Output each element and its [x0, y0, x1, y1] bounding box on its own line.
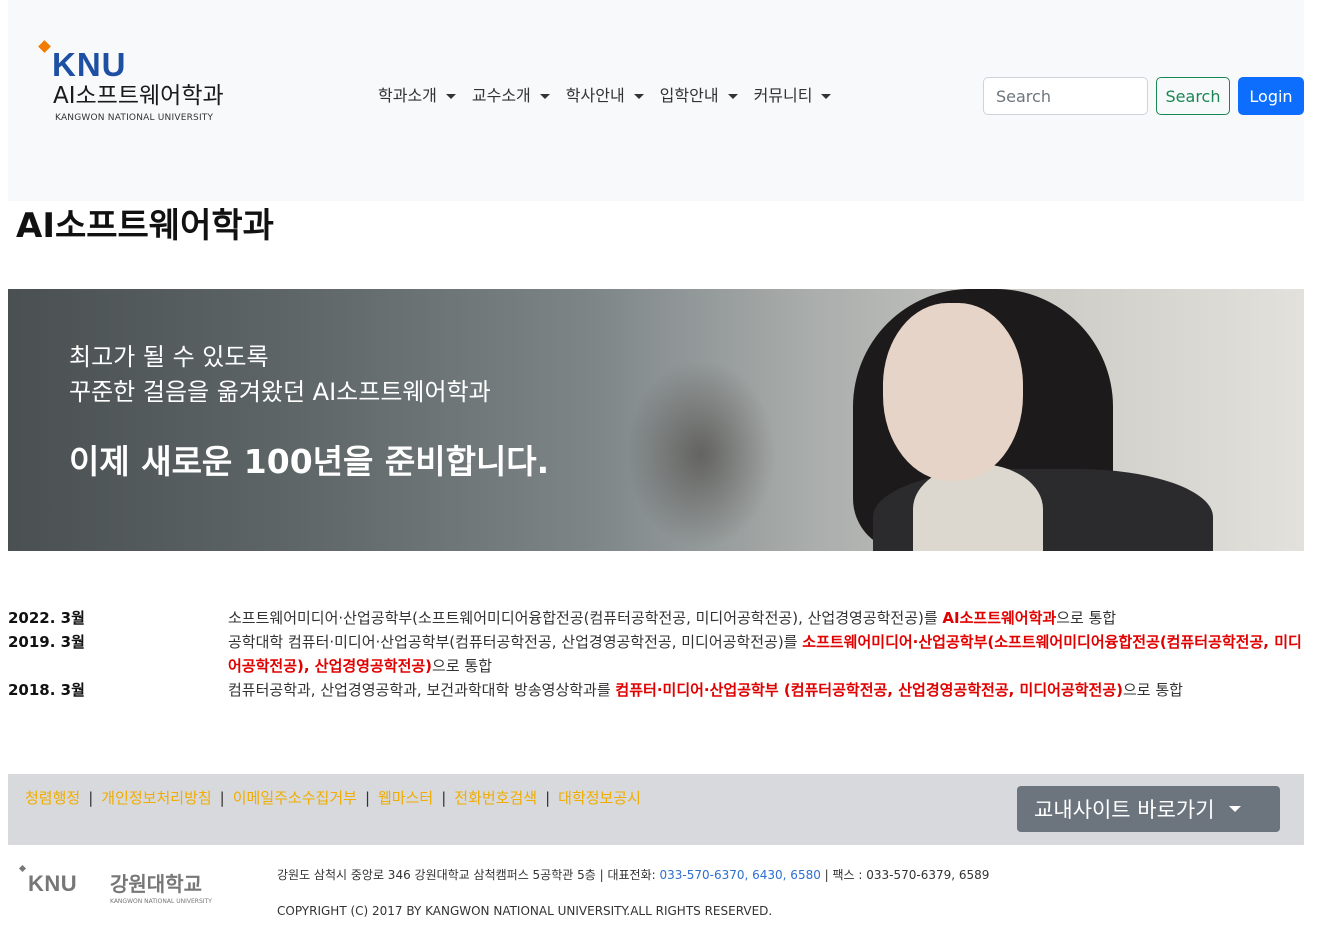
footer-copyright: COPYRIGHT (C) 2017 BY KANGWON NATIONAL U…: [277, 904, 773, 918]
footer-univ-logo[interactable]: KNU 강원대학교 KANGWON NATIONAL UNIVERSITY: [18, 864, 230, 908]
nav-admission[interactable]: 입학안내: [652, 84, 746, 108]
page-title: AI소프트웨어학과: [16, 206, 274, 246]
footer-separator: |: [441, 789, 447, 807]
campus-sites-dropdown[interactable]: 교내사이트 바로가기: [1017, 786, 1280, 832]
main-nav: 학과소개 교수소개 학사안내 입학안내 커뮤니티: [370, 84, 839, 108]
nav-faculty[interactable]: 교수소개: [464, 84, 558, 108]
history-date: 2019. 3월: [8, 633, 85, 651]
nav-dept-intro[interactable]: 학과소개: [370, 84, 464, 108]
history-date: 2022. 3월: [8, 609, 85, 627]
footer-link-disclosure[interactable]: 대학정보공시: [558, 787, 641, 809]
nav-community[interactable]: 커뮤니티: [746, 84, 840, 108]
history-text: 소프트웨어미디어·산업공학부(소프트웨어미디어융합전공(컴퓨터공학전공, 미디어…: [228, 609, 1117, 627]
nav-label: 교수소개: [471, 86, 531, 105]
footer-separator: |: [545, 789, 551, 807]
campus-sites-label: 교내사이트 바로가기: [1034, 798, 1215, 822]
footer-link-phone-search[interactable]: 전화번호검색: [454, 787, 537, 809]
caret-down-icon: [633, 93, 644, 99]
hero-banner: 최고가 될 수 있도록 꾸준한 걸음을 옮겨왔던 AI소프트웨어학과 이제 새로…: [8, 289, 1304, 551]
search-input[interactable]: [983, 77, 1148, 115]
logo-diamond-icon: [38, 40, 51, 53]
footer-phone[interactable]: 033-570-6370, 6430, 6580: [660, 868, 821, 882]
logo-dept-name: AI소프트웨어학과: [53, 83, 224, 109]
nav-label: 학과소개: [378, 86, 437, 105]
footer-bar: 청렴행정 | 개인정보처리방침 | 이메일주소수집거부 | 웹마스터 | 전화번…: [8, 774, 1304, 845]
nav-label: 커뮤니티: [753, 86, 813, 105]
caret-down-icon: [1228, 806, 1241, 812]
dept-logo[interactable]: KNU AI소프트웨어학과 KANGWON NATIONAL UNIVERSIT…: [38, 38, 260, 128]
login-button[interactable]: Login: [1238, 77, 1304, 115]
footer-separator: |: [88, 789, 94, 807]
history-highlight: 컴퓨터·미디어·산업공학부 (컴퓨터공학전공, 산업경영공학전공, 미디어공학전…: [615, 681, 1123, 699]
footer-link-privacy[interactable]: 개인정보처리방침: [101, 787, 211, 809]
caret-down-icon: [727, 93, 738, 99]
nav-academics[interactable]: 학사안내: [558, 84, 652, 108]
nav-label: 학사안내: [565, 86, 625, 105]
footer-logo-name: 강원대학교: [110, 872, 202, 896]
logo-diamond-icon: [18, 864, 27, 873]
history-item: 2018. 3월 컴퓨터공학과, 산업경영공학과, 보건과학대학 방송영상학과를…: [8, 678, 1304, 702]
history-text: 컴퓨터공학과, 산업경영공학과, 보건과학대학 방송영상학과를 컴퓨터·미디어·…: [228, 681, 1183, 699]
history-highlight: AI소프트웨어학과: [942, 609, 1057, 627]
history-item: 2022. 3월 소프트웨어미디어·산업공학부(소프트웨어미디어융합전공(컴퓨터…: [8, 606, 1304, 630]
history-list: 2022. 3월 소프트웨어미디어·산업공학부(소프트웨어미디어융합전공(컴퓨터…: [8, 606, 1304, 702]
history-text: 공학대학 컴퓨터·미디어·산업공학부(컴퓨터공학전공, 산업경영공학전공, 미디…: [228, 633, 1302, 675]
caret-down-icon: [539, 93, 550, 99]
banner-text-line1: 최고가 될 수 있도록: [69, 343, 269, 371]
footer-link-webmaster[interactable]: 웹마스터: [378, 787, 433, 809]
caret-down-icon: [821, 93, 832, 99]
footer-separator: |: [364, 789, 370, 807]
footer-address: 강원도 삼척시 중앙로 346 강원대학교 삼척캠퍼스 5공학관 5층 | 대표…: [277, 868, 990, 882]
caret-down-icon: [445, 93, 456, 99]
navbar: KNU AI소프트웨어학과 KANGWON NATIONAL UNIVERSIT…: [8, 0, 1304, 201]
history-item: 2019. 3월 공학대학 컴퓨터·미디어·산업공학부(컴퓨터공학전공, 산업경…: [8, 630, 1304, 678]
search-button[interactable]: Search: [1156, 77, 1230, 115]
banner-text-line2: 꾸준한 걸음을 옮겨왔던 AI소프트웨어학과: [69, 378, 491, 406]
footer-links: 청렴행정 | 개인정보처리방침 | 이메일주소수집거부 | 웹마스터 | 전화번…: [25, 787, 641, 809]
footer-logo-univ: KANGWON NATIONAL UNIVERSITY: [110, 898, 212, 905]
banner-headline: 이제 새로운 100년을 준비합니다.: [69, 442, 550, 481]
history-date: 2018. 3월: [8, 681, 85, 699]
logo-mark: KNU: [52, 46, 127, 83]
nav-label: 입학안내: [659, 86, 719, 105]
footer-link-email-refusal[interactable]: 이메일주소수집거부: [233, 787, 357, 809]
footer-separator: |: [219, 789, 225, 807]
footer-link-integrity[interactable]: 청렴행정: [25, 787, 80, 809]
banner-photo-background-person: [626, 359, 776, 549]
banner-photo-face: [883, 303, 1023, 481]
logo-univ-name: KANGWON NATIONAL UNIVERSITY: [55, 113, 214, 123]
footer-logo-mark: KNU: [28, 871, 78, 896]
